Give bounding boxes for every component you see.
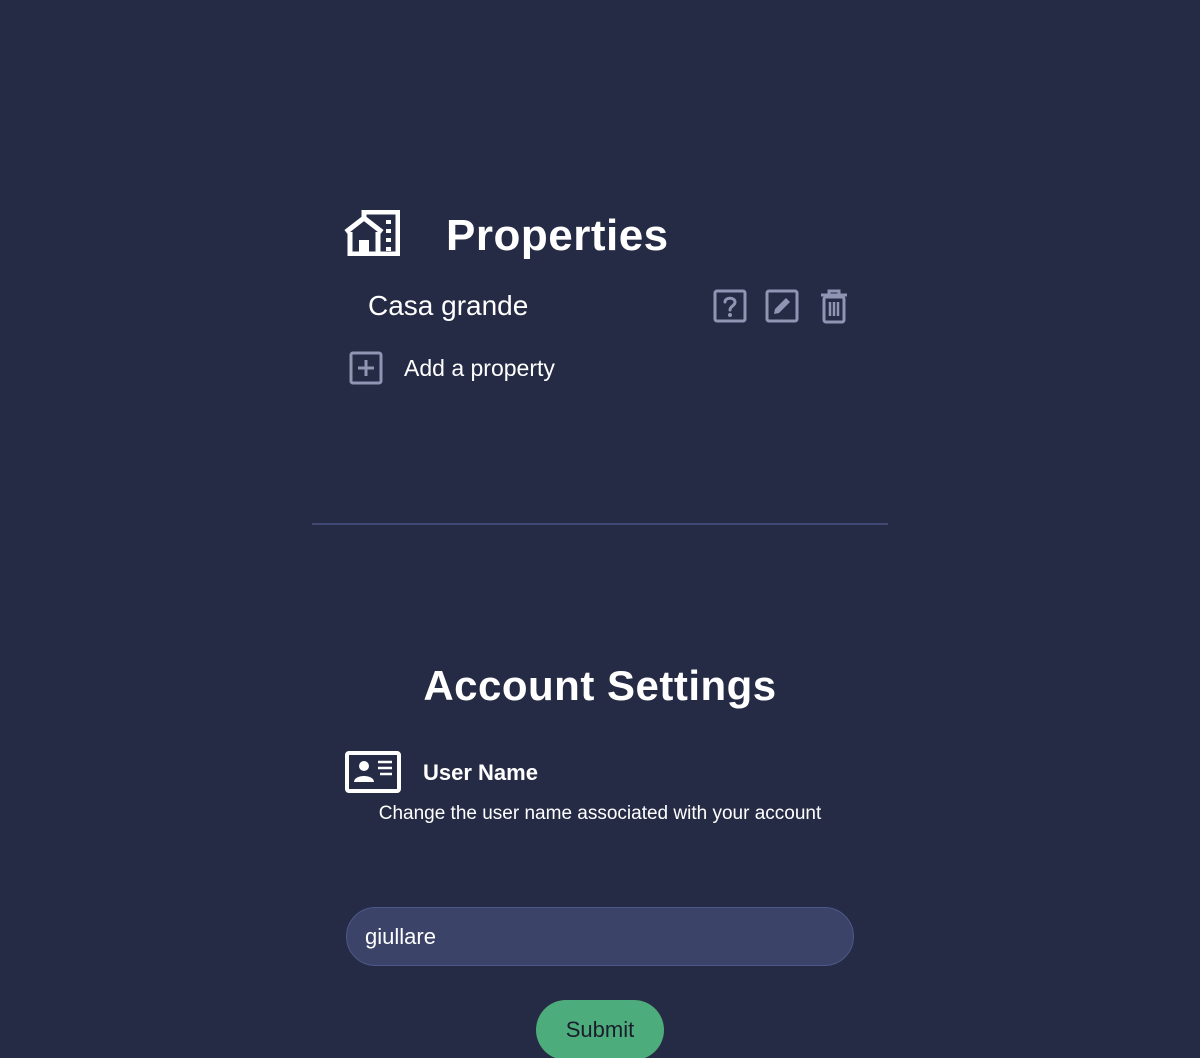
user-name-label: User Name	[423, 760, 538, 785]
submit-button[interactable]: Submit	[536, 1000, 664, 1058]
help-icon[interactable]	[712, 288, 748, 324]
add-property-button[interactable]: Add a property	[348, 350, 555, 386]
page: Properties Casa grande Add a property Ac…	[0, 0, 1200, 1058]
user-name-input[interactable]	[346, 907, 854, 966]
delete-icon[interactable]	[816, 288, 852, 324]
section-divider	[312, 523, 888, 525]
user-name-setting-header	[345, 751, 401, 793]
add-property-label: Add a property	[404, 355, 555, 381]
id-card-icon	[345, 751, 401, 793]
property-name[interactable]: Casa grande	[368, 288, 528, 324]
edit-icon[interactable]	[764, 288, 800, 324]
properties-header	[344, 210, 400, 256]
property-item: Casa grande	[368, 286, 852, 326]
user-name-description: Change the user name associated with you…	[378, 803, 822, 824]
account-settings-title: Account Settings	[423, 662, 777, 709]
building-house-icon	[344, 210, 400, 256]
properties-title: Properties	[446, 211, 669, 260]
add-box-icon	[349, 351, 383, 385]
